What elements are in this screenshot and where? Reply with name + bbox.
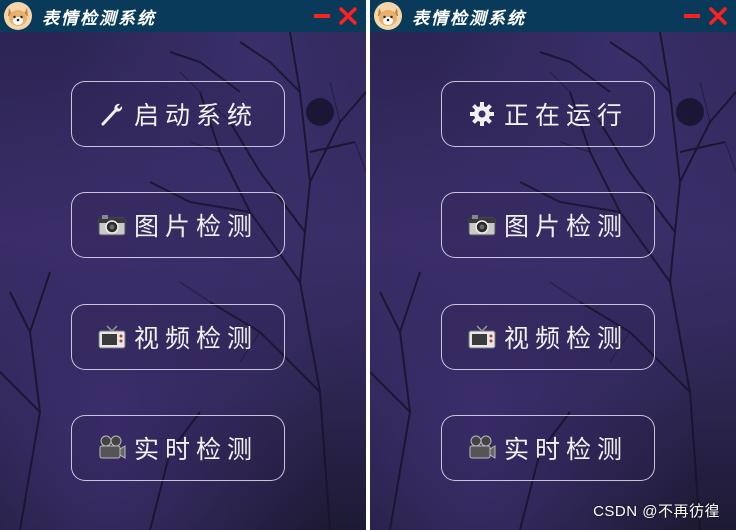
window-controls — [314, 0, 358, 32]
camera-icon — [98, 211, 126, 239]
dog-logo-icon — [374, 2, 402, 30]
app-window-right: 表情检测系统 正在运行 图片检测 视频检测 实时检测 CSDN @不再彷徨 — [370, 0, 736, 530]
window-title: 表情检测系统 — [412, 8, 526, 29]
app-window-left: 表情检测系统 启动系统 图片检测 视频检测 实时检测 — [0, 0, 366, 530]
start-system-button[interactable]: 启动系统 — [71, 81, 285, 147]
close-icon — [339, 7, 357, 25]
video-detection-button[interactable]: 视频检测 — [71, 304, 285, 370]
wrench-icon — [98, 100, 126, 128]
button-label: 视频检测 — [504, 324, 629, 353]
minimize-button[interactable] — [684, 14, 700, 18]
image-detection-button[interactable]: 图片检测 — [71, 192, 285, 258]
camera-icon — [468, 211, 496, 239]
watermark-text: CSDN @不再彷徨 — [593, 503, 720, 520]
video-camera-icon — [98, 434, 126, 462]
button-label: 图片检测 — [504, 212, 629, 241]
realtime-detection-button[interactable]: 实时检测 — [441, 415, 655, 481]
button-label: 正在运行 — [504, 101, 629, 130]
button-label: 图片检测 — [134, 212, 259, 241]
close-button[interactable] — [708, 6, 728, 26]
video-camera-icon — [468, 434, 496, 462]
tv-icon — [98, 323, 126, 351]
image-detection-button[interactable]: 图片检测 — [441, 192, 655, 258]
tv-icon — [468, 323, 496, 351]
title-bar[interactable]: 表情检测系统 — [0, 0, 366, 32]
button-label: 实时检测 — [504, 435, 629, 464]
close-button[interactable] — [338, 6, 358, 26]
realtime-detection-button[interactable]: 实时检测 — [71, 415, 285, 481]
title-bar[interactable]: 表情检测系统 — [370, 0, 736, 32]
video-detection-button[interactable]: 视频检测 — [441, 304, 655, 370]
button-label: 实时检测 — [134, 435, 259, 464]
dog-logo-icon — [4, 2, 32, 30]
button-label: 视频检测 — [134, 324, 259, 353]
window-title: 表情检测系统 — [42, 8, 156, 29]
window-controls — [684, 0, 728, 32]
button-label: 启动系统 — [134, 101, 259, 130]
gear-icon — [468, 100, 496, 128]
minimize-button[interactable] — [314, 14, 330, 18]
close-icon — [709, 7, 727, 25]
running-status-button[interactable]: 正在运行 — [441, 81, 655, 147]
screenshot-stage: 表情检测系统 启动系统 图片检测 视频检测 实时检测 表情检测系统 正在运行 图… — [0, 0, 736, 530]
